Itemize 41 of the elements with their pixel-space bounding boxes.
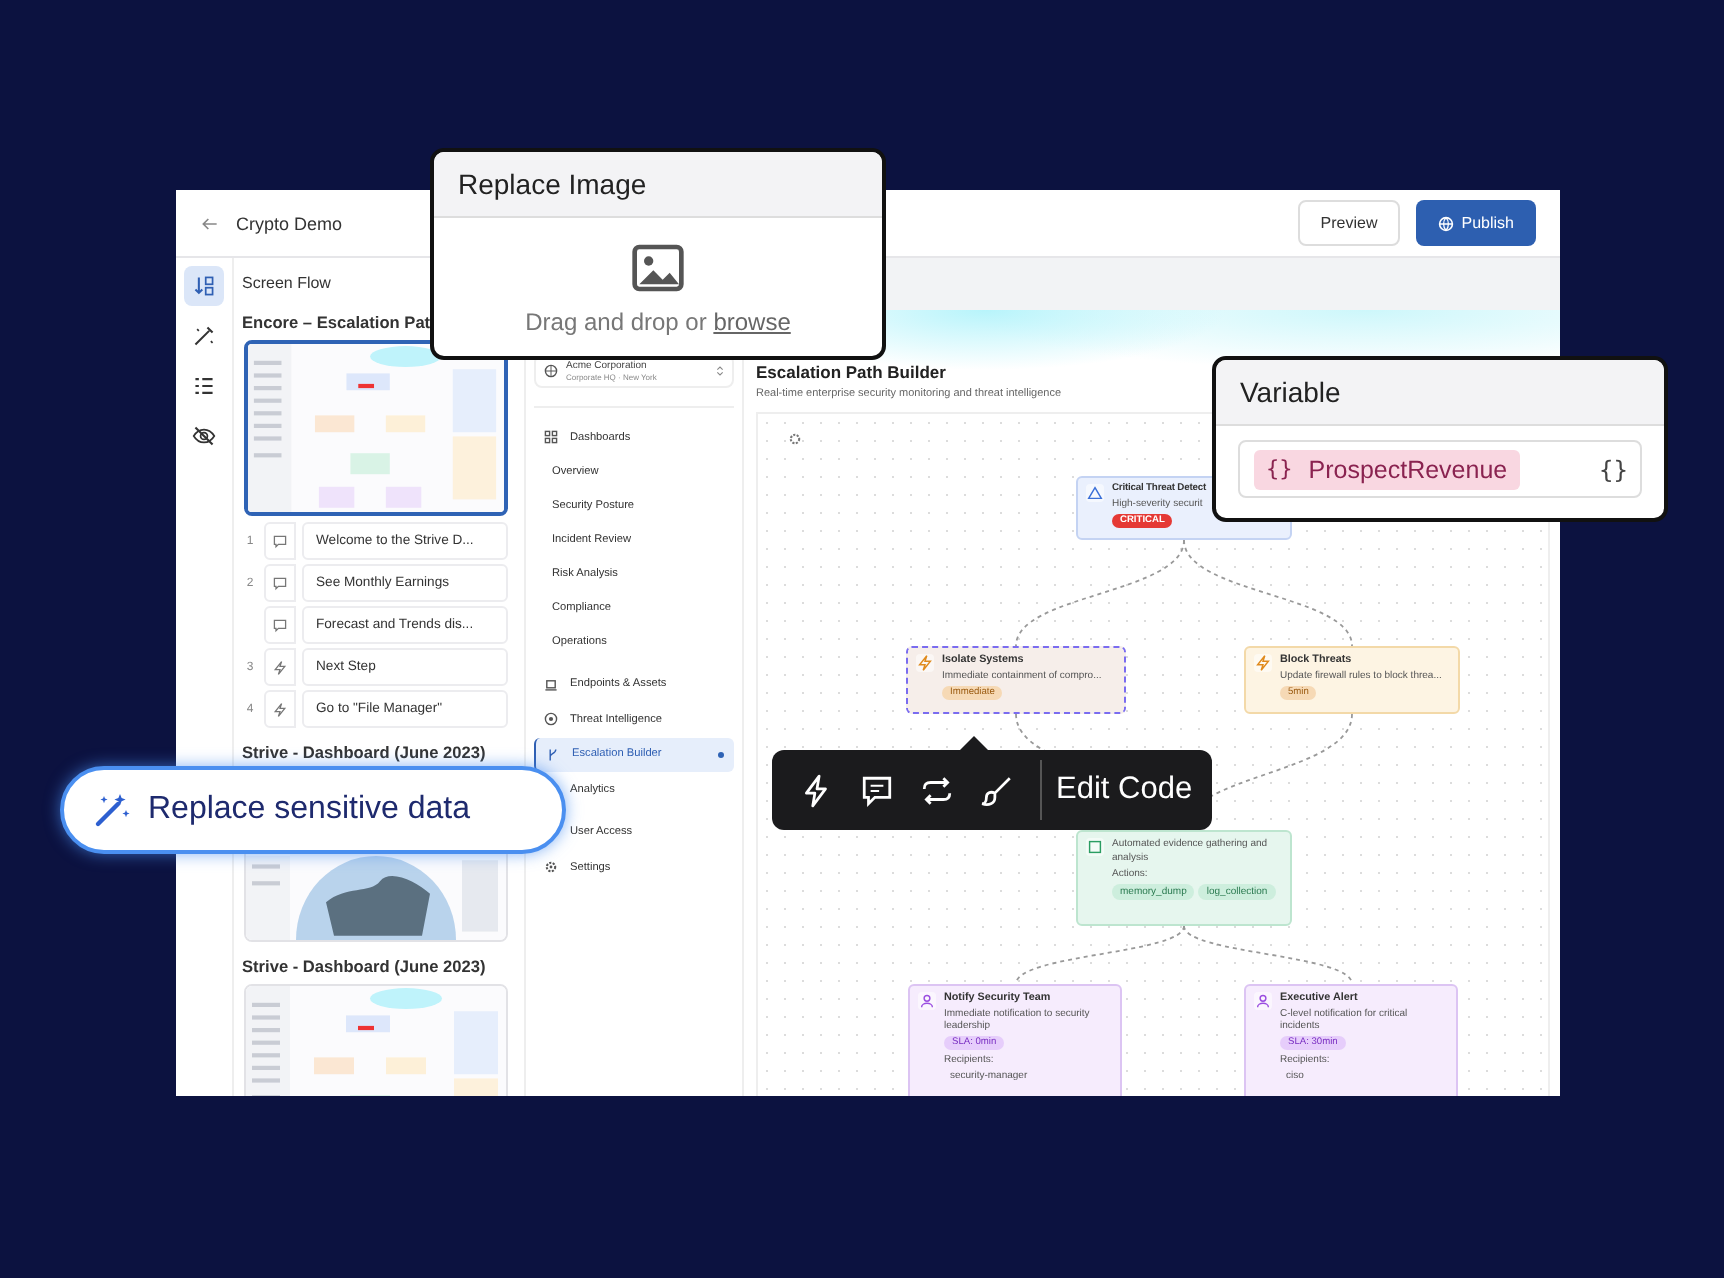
variable-braces-icon[interactable]: {} <box>1599 455 1628 483</box>
publish-button[interactable]: Publish <box>1415 200 1536 246</box>
magic-wand-icon <box>92 790 132 830</box>
laptop-icon <box>544 677 558 692</box>
settings-icon <box>544 860 558 875</box>
popup-title: Replace Image <box>434 152 882 218</box>
flow-tool-icon[interactable] <box>184 266 224 306</box>
bolt-icon <box>916 654 934 672</box>
browse-link[interactable]: browse <box>713 307 791 335</box>
edit-code-button[interactable]: Edit Code <box>1056 772 1193 808</box>
variable-token[interactable]: {} ProspectRevenue <box>1254 449 1520 489</box>
image-icon[interactable] <box>630 239 686 295</box>
comment-icon <box>264 564 296 602</box>
users-icon <box>918 992 936 1010</box>
warning-icon <box>1086 484 1104 502</box>
popup-title: Variable <box>1216 360 1664 426</box>
active-dot <box>718 751 724 758</box>
bolt-icon <box>264 690 296 728</box>
project-title: Crypto Demo <box>236 213 343 233</box>
grid-icon <box>544 430 558 445</box>
bolt-icon <box>1254 654 1272 672</box>
comment-icon[interactable] <box>860 773 894 807</box>
drop-instruction: Drag and drop or browse <box>525 307 791 335</box>
back-arrow-icon[interactable] <box>200 213 220 233</box>
screen-title: Strive - Dashboard (June 2023) <box>242 956 488 976</box>
preview-button[interactable]: Preview <box>1298 200 1400 246</box>
chevron-updown-icon <box>716 364 724 378</box>
screen-title: Strive - Dashboard (June 2023) <box>242 742 488 762</box>
brush-icon[interactable] <box>980 773 1014 807</box>
replace-sensitive-data-tooltip[interactable]: Replace sensitive data <box>60 766 566 854</box>
bolt-icon <box>264 648 296 686</box>
screen-title: Encore – Escalation Pat <box>242 312 433 332</box>
page-title: Escalation Path Builder <box>756 362 946 382</box>
settings-icon[interactable] <box>788 432 802 446</box>
repeat-icon[interactable] <box>920 773 954 807</box>
users-icon <box>1254 992 1272 1010</box>
comment-icon <box>264 606 296 644</box>
variable-field[interactable]: {} ProspectRevenue {} <box>1238 440 1642 498</box>
comment-icon <box>264 522 296 560</box>
branch-icon <box>546 747 560 762</box>
panel-title: Screen Flow <box>242 274 333 292</box>
